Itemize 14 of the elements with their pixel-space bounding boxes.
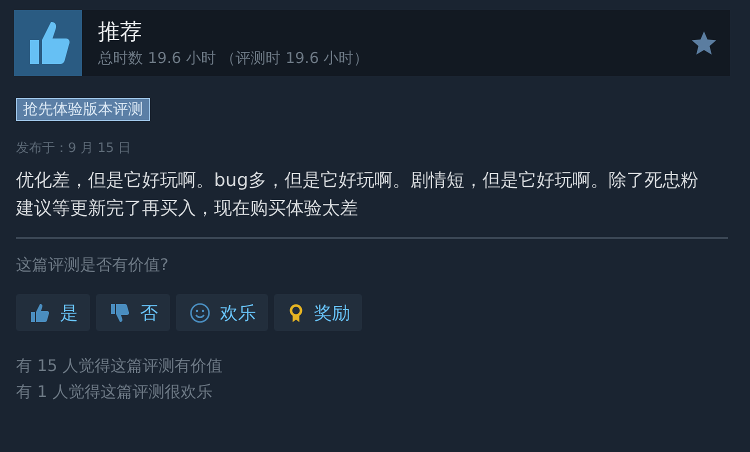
early-access-tag: 抢先体验版本评测 <box>16 98 150 121</box>
review-text: 优化差，但是它好玩啊。bug多，但是它好玩啊。剧情短，但是它好玩啊。除了死忠粉建议等更新完了再买入，现在购买体验太差 <box>16 169 700 221</box>
vote-button[interactable]: 欢乐 <box>176 294 268 331</box>
smiley-icon <box>188 300 212 324</box>
vote-button[interactable]: 奖励 <box>274 294 362 331</box>
helpful-question: 这篇评测是否有价值? <box>16 255 170 276</box>
vote-count-text: 有 1 人觉得这篇评测很欢乐 <box>16 381 214 403</box>
star-icon[interactable] <box>690 29 718 57</box>
posted-date: 发布于：9 月 15 日 <box>16 140 132 157</box>
playtime-text: 总时数 19.6 小时 （评测时 19.6 小时） <box>98 48 370 68</box>
vote-button[interactable]: 否 <box>96 294 170 331</box>
verdict-title: 推荐 <box>98 18 143 46</box>
vote-button[interactable]: 是 <box>16 294 90 331</box>
vote-count-text: 有 15 人觉得这篇评测有价值 <box>16 355 224 377</box>
